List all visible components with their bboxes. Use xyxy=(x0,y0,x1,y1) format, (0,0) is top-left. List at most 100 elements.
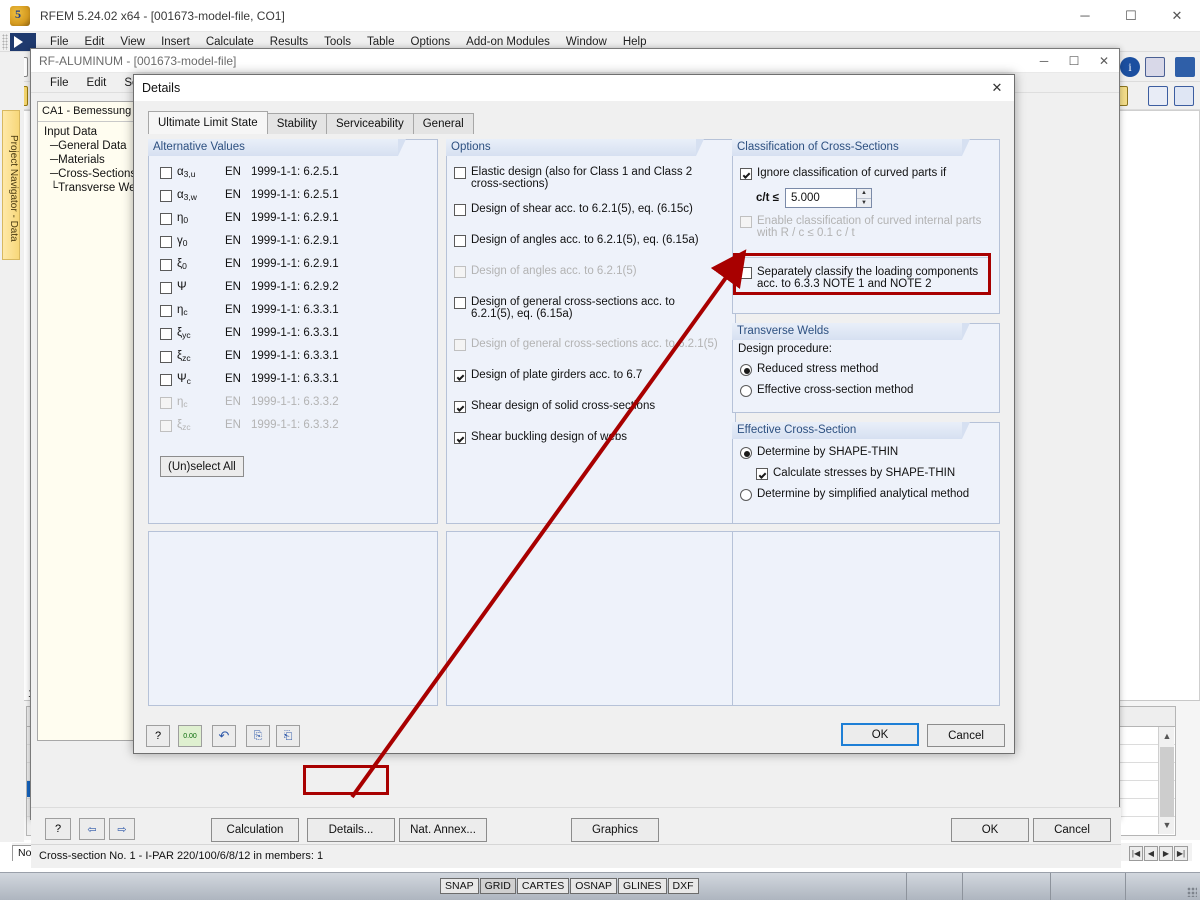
alt-checkbox[interactable] xyxy=(160,167,172,179)
previous-module-icon[interactable]: ⇦ xyxy=(79,818,105,840)
alt-row-gamma0[interactable]: γ0 EN 1999-1-1: 6.2.9.1 xyxy=(160,235,339,248)
option-shear-buckling-webs[interactable]: Shear buckling design of webs xyxy=(454,431,720,444)
previous-tab-button[interactable]: ◀ xyxy=(1144,846,1158,861)
menu-results[interactable]: Results xyxy=(262,35,316,49)
result-table-icon[interactable] xyxy=(1175,57,1195,77)
cartes-toggle[interactable]: CARTES xyxy=(517,878,569,894)
nat-annex-button[interactable]: Nat. Annex... xyxy=(399,818,487,842)
reduced-stress-method-row[interactable]: Reduced stress method xyxy=(740,363,878,376)
option-checkbox[interactable] xyxy=(454,370,466,382)
effective-cross-section-method-row[interactable]: Effective cross-section method xyxy=(740,384,913,397)
member-icon[interactable] xyxy=(1148,86,1168,106)
default-values-icon[interactable]: 0.00 xyxy=(178,725,202,747)
alt-row-xi0[interactable]: ξ0 EN 1999-1-1: 6.2.9.1 xyxy=(160,258,339,271)
calculate-stresses-row[interactable]: Calculate stresses by SHAPE-THIN xyxy=(756,467,955,480)
option-elastic-design[interactable]: Elastic design (also for Class 1 and Cla… xyxy=(454,166,720,190)
unselect-all-button[interactable]: (Un)select All xyxy=(160,456,244,477)
table-view-icon[interactable] xyxy=(1174,86,1194,106)
menu-calculate[interactable]: Calculate xyxy=(198,35,262,49)
scroll-up-arrow-icon[interactable]: ▲ xyxy=(1160,728,1174,744)
scrollbar-thumb[interactable] xyxy=(1160,747,1174,817)
minimize-button[interactable]: ─ xyxy=(1062,0,1108,32)
alt-row-psic[interactable]: Ψc EN 1999-1-1: 6.3.3.1 xyxy=(160,373,339,386)
help-icon[interactable]: ? xyxy=(146,725,170,747)
osnap-toggle[interactable]: OSNAP xyxy=(570,878,617,894)
menu-edit[interactable]: Edit xyxy=(77,35,113,49)
glines-toggle[interactable]: GLINES xyxy=(618,878,667,894)
tab-stability[interactable]: Stability xyxy=(267,113,327,134)
ignore-curved-parts-checkbox[interactable] xyxy=(740,168,752,180)
first-tab-button[interactable]: |◀ xyxy=(1129,846,1143,861)
undo-icon[interactable]: ↶ xyxy=(212,725,236,747)
separately-classify-checkbox[interactable] xyxy=(740,267,752,279)
menu-options[interactable]: Options xyxy=(403,35,459,49)
alu-menu-file[interactable]: File xyxy=(41,77,78,89)
alu-menu-edit[interactable]: Edit xyxy=(78,77,116,89)
option-design-shear[interactable]: Design of shear acc. to 6.2.1(5), eq. (6… xyxy=(454,203,720,216)
details-ok-button[interactable]: OK xyxy=(841,723,919,746)
option-shear-design-solid[interactable]: Shear design of solid cross-sections xyxy=(454,400,720,413)
effective-cross-section-method-radio[interactable] xyxy=(740,385,752,397)
alt-row-etac[interactable]: ηc EN 1999-1-1: 6.3.3.1 xyxy=(160,304,339,317)
alt-checkbox[interactable] xyxy=(160,351,172,363)
alt-checkbox[interactable] xyxy=(160,328,172,340)
tab-serviceability[interactable]: Serviceability xyxy=(326,113,414,134)
maximize-button[interactable]: ☐ xyxy=(1108,0,1154,32)
ct-ratio-spinner[interactable]: ▲ ▼ xyxy=(857,188,872,208)
menu-insert[interactable]: Insert xyxy=(153,35,198,49)
scroll-down-arrow-icon[interactable]: ▼ xyxy=(1160,817,1174,833)
menu-window[interactable]: Window xyxy=(558,35,615,49)
cancel-button[interactable]: Cancel xyxy=(1033,818,1111,842)
option-checkbox[interactable] xyxy=(454,235,466,247)
menu-file[interactable]: File xyxy=(42,35,77,49)
close-button[interactable]: ✕ xyxy=(1154,0,1200,32)
ignore-curved-parts-row[interactable]: Ignore classification of curved parts if xyxy=(740,167,990,180)
tab-ultimate-limit-state[interactable]: Ultimate Limit State xyxy=(148,111,268,134)
option-checkbox[interactable] xyxy=(454,432,466,444)
details-button[interactable]: Details... xyxy=(307,818,395,842)
determine-by-shape-thin-radio[interactable] xyxy=(740,447,752,459)
calculation-button[interactable]: Calculation xyxy=(211,818,299,842)
option-checkbox[interactable] xyxy=(454,204,466,216)
load-settings-icon[interactable]: ⎘ xyxy=(246,725,270,747)
option-checkbox[interactable] xyxy=(454,297,466,309)
graphics-button[interactable]: Graphics xyxy=(571,818,659,842)
resize-grip-icon[interactable] xyxy=(1187,887,1197,897)
determine-by-simplified-row[interactable]: Determine by simplified analytical metho… xyxy=(740,488,969,501)
menu-table[interactable]: Table xyxy=(359,35,403,49)
help-icon[interactable]: ? xyxy=(45,818,71,840)
determine-by-simplified-radio[interactable] xyxy=(740,489,752,501)
alt-row-alpha3w[interactable]: α3,w EN 1999-1-1: 6.2.5.1 xyxy=(160,189,339,202)
last-tab-button[interactable]: ▶| xyxy=(1174,846,1188,861)
ct-ratio-input[interactable]: 5.000 xyxy=(785,188,857,208)
reduced-stress-method-radio[interactable] xyxy=(740,364,752,376)
alt-checkbox[interactable] xyxy=(160,305,172,317)
alt-row-xiyc[interactable]: ξyc EN 1999-1-1: 6.3.3.1 xyxy=(160,327,339,340)
next-tab-button[interactable]: ▶ xyxy=(1159,846,1173,861)
alt-row-alpha3u[interactable]: α3,u EN 1999-1-1: 6.2.5.1 xyxy=(160,166,339,179)
project-navigator-tab[interactable]: Project Navigator - Data xyxy=(2,110,20,260)
option-design-angles-615a[interactable]: Design of angles acc. to 6.2.1(5), eq. (… xyxy=(454,234,720,247)
snap-toggle[interactable]: SNAP xyxy=(440,878,479,894)
alt-row-xizc[interactable]: ξzc EN 1999-1-1: 6.3.3.1 xyxy=(160,350,339,363)
close-button[interactable]: ✕ xyxy=(1089,49,1119,73)
maximize-button[interactable]: ☐ xyxy=(1059,49,1089,73)
option-design-general-cross-sections[interactable]: Design of general cross-sections acc. to… xyxy=(454,296,720,320)
ok-button[interactable]: OK xyxy=(951,818,1029,842)
menu-view[interactable]: View xyxy=(112,35,153,49)
option-checkbox[interactable] xyxy=(454,167,466,179)
dxf-toggle[interactable]: DXF xyxy=(668,878,699,894)
separately-classify-row[interactable]: Separately classify the loading componen… xyxy=(740,266,990,290)
details-cancel-button[interactable]: Cancel xyxy=(927,724,1005,747)
option-design-plate-girders[interactable]: Design of plate girders acc. to 6.7 xyxy=(454,369,720,382)
alt-checkbox[interactable] xyxy=(160,236,172,248)
close-icon[interactable]: ✕ xyxy=(980,75,1014,101)
spinner-down-icon[interactable]: ▼ xyxy=(857,199,871,208)
table-vertical-scrollbar[interactable]: ▲ ▼ xyxy=(1158,727,1174,834)
option-checkbox[interactable] xyxy=(454,401,466,413)
next-module-icon[interactable]: ⇨ xyxy=(109,818,135,840)
determine-by-shape-thin-row[interactable]: Determine by SHAPE-THIN xyxy=(740,446,898,459)
grid-toggle[interactable]: GRID xyxy=(480,878,516,894)
alt-checkbox[interactable] xyxy=(160,374,172,386)
calculate-stresses-checkbox[interactable] xyxy=(756,468,768,480)
